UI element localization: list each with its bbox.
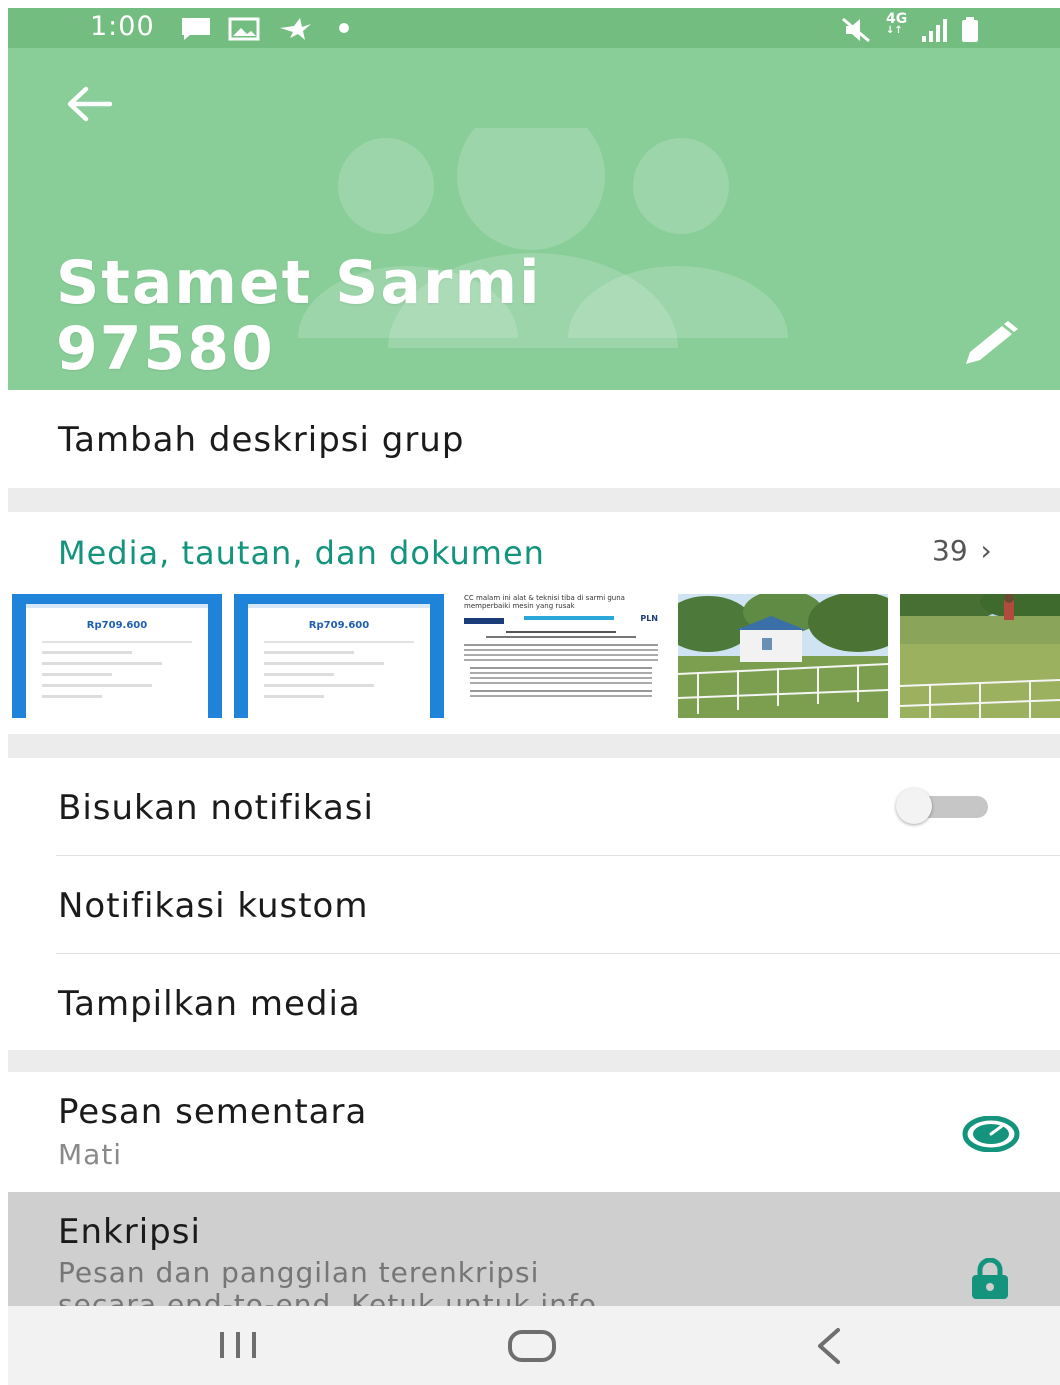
group-number: 97580 [56, 314, 275, 384]
receipt-card: Rp709.600 [248, 604, 430, 718]
screen: 1:00 4G ↓↑ Stamet Sarmi 97580 Tambah des… [8, 8, 1060, 1385]
toggle-knob [896, 788, 932, 824]
media-thumbnail-station-photo[interactable] [678, 594, 888, 718]
media-count-value: 39 [932, 534, 968, 567]
mute-icon [842, 17, 870, 43]
battery-icon [962, 17, 978, 42]
station-photo [678, 594, 888, 718]
media-visibility-label: Tampilkan media [58, 984, 361, 1024]
disappearing-messages-label: Pesan sementara [58, 1092, 368, 1132]
mute-notifications-label: Bisukan notifikasi [58, 788, 374, 828]
timer-icon [962, 1116, 1020, 1152]
media-thumbnail-field-photo[interactable] [900, 594, 1060, 718]
encryption-description-line1: Pesan dan panggilan terenkripsi [58, 1256, 540, 1289]
encryption-label: Enkripsi [58, 1212, 201, 1252]
recents-icon[interactable] [208, 1324, 268, 1368]
media-thumbnail-receipt-2[interactable]: Rp709.600 [234, 594, 444, 718]
signal-icon [922, 19, 947, 42]
disappearing-messages-value: Mati [58, 1138, 123, 1171]
media-thumbnail-receipt-1[interactable]: Rp709.600 [12, 594, 222, 718]
chevron-right-icon: › [980, 534, 992, 567]
receipt-card: Rp709.600 [26, 604, 208, 718]
media-thumbnail-document[interactable]: CC malam ini alat & teknisi tiba di sarm… [456, 594, 666, 718]
mute-notifications-row[interactable]: Bisukan notifikasi [8, 758, 1060, 855]
navigation-bar [8, 1306, 1060, 1385]
group-name: Stamet Sarmi [56, 248, 542, 318]
receipt-amount: Rp709.600 [308, 620, 370, 631]
media-title[interactable]: Media, tautan, dan dokumen [58, 534, 545, 572]
description-section[interactable]: Tambah deskripsi grup [8, 390, 1060, 488]
back-arrow-icon[interactable] [60, 74, 120, 134]
bird-icon [280, 18, 311, 40]
pln-logo: PLN [640, 614, 658, 623]
pencil-icon[interactable] [956, 320, 1026, 376]
back-icon[interactable] [798, 1324, 858, 1368]
4g-icon: 4G ↓↑ [886, 11, 908, 36]
media-count[interactable]: 39 › [932, 534, 992, 567]
dot-icon [339, 23, 349, 33]
field-photo [900, 594, 1060, 718]
disappearing-messages-row[interactable]: Pesan sementara Mati [8, 1072, 1060, 1192]
notification-settings-section: Bisukan notifikasi Notifikasi kustom Tam… [8, 758, 1060, 1050]
custom-notifications-label: Notifikasi kustom [58, 886, 369, 926]
group-header: Stamet Sarmi 97580 [8, 48, 1060, 390]
add-description-label: Tambah deskripsi grup [58, 420, 465, 460]
encryption-row[interactable]: Enkripsi Pesan dan panggilan terenkripsi… [8, 1192, 1060, 1321]
document-caption: CC malam ini alat & teknisi tiba di sarm… [464, 594, 625, 610]
media-visibility-row[interactable]: Tampilkan media [8, 954, 1060, 1050]
image-icon [228, 17, 260, 41]
status-time: 1:00 [90, 11, 155, 42]
mute-notifications-toggle[interactable] [896, 788, 994, 824]
message-icon [182, 18, 210, 40]
home-icon[interactable] [502, 1324, 562, 1368]
receipt-amount: Rp709.600 [86, 620, 148, 631]
status-bar: 1:00 4G ↓↑ [8, 8, 1060, 48]
lock-icon [972, 1258, 1008, 1299]
group-title: Stamet Sarmi 97580 [56, 250, 542, 382]
custom-notifications-row[interactable]: Notifikasi kustom [8, 856, 1060, 953]
media-section: Media, tautan, dan dokumen 39 › Rp709.60… [8, 512, 1060, 734]
